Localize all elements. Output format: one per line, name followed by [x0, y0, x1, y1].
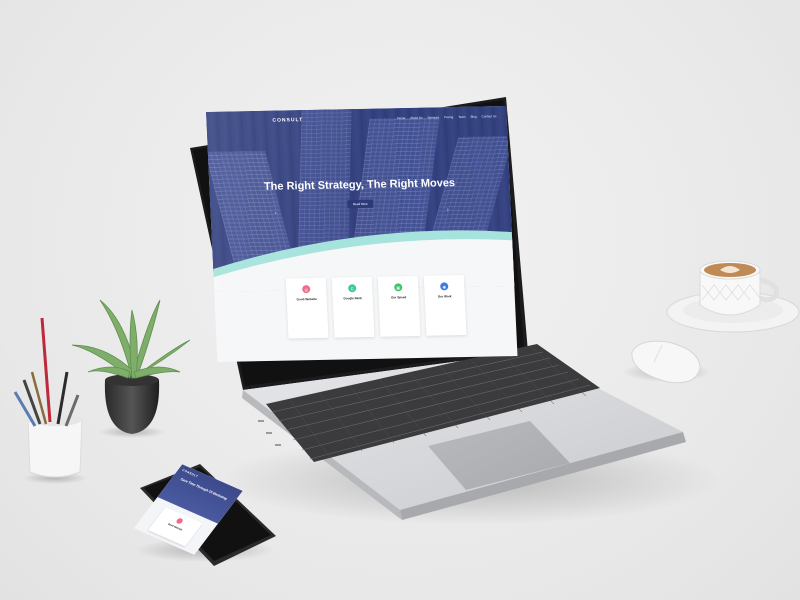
feature-description [384, 301, 414, 302]
nav-link-pricing[interactable]: Pricing [444, 115, 453, 119]
google-icon: G [348, 284, 357, 293]
potted-plant [71, 299, 191, 438]
feature-description [430, 300, 460, 301]
pencil-cup [13, 317, 87, 484]
feature-card[interactable]: G Google Rank [331, 276, 375, 338]
target-icon [175, 517, 184, 525]
web-icon: ◉ [440, 282, 449, 291]
speed-icon: ▣ [394, 283, 403, 292]
read-more-button[interactable]: Read More [347, 199, 374, 209]
slider-prev-icon[interactable]: ‹ [275, 211, 277, 217]
feature-title: Our Work [437, 294, 452, 299]
feature-title: Google Rank [343, 296, 363, 301]
nav-link-services[interactable]: Services [427, 115, 439, 119]
feature-title: Our Speed [391, 295, 407, 300]
coffee-cup [666, 260, 800, 333]
slider-next-icon[interactable]: › [447, 207, 449, 213]
feature-title: Good Website [296, 296, 317, 302]
feature-card[interactable]: ◉ Our Work [423, 275, 467, 336]
features-row: ◎ Good Website G Google Rank ▣ Our Speed… [285, 275, 467, 339]
nav-link-contact[interactable]: Contact Us [482, 114, 497, 118]
feature-description [338, 302, 368, 303]
feature-card[interactable]: ◎ Good Website [285, 277, 329, 339]
phone-feature-title: Good Website [166, 522, 183, 532]
nav-menu: Home About Us Services Pricing Team Blog… [397, 114, 496, 120]
feature-card[interactable]: ▣ Our Speed [377, 275, 421, 337]
desk-scene: CONSULT Home About Us Services Pricing T… [0, 0, 800, 600]
nav-link-team[interactable]: Team [458, 115, 466, 119]
nav-link-blog[interactable]: Blog [471, 115, 477, 119]
nav-link-about[interactable]: About Us [410, 116, 423, 120]
feature-description [292, 303, 322, 304]
site-logo[interactable]: CONSULT [272, 117, 303, 124]
phone-site-logo[interactable]: CONSULT [181, 468, 199, 478]
laptop-screen: CONSULT Home About Us Services Pricing T… [206, 106, 518, 362]
magic-mouse [623, 340, 711, 384]
nav-link-home[interactable]: Home [397, 116, 405, 120]
target-icon: ◎ [302, 285, 311, 294]
